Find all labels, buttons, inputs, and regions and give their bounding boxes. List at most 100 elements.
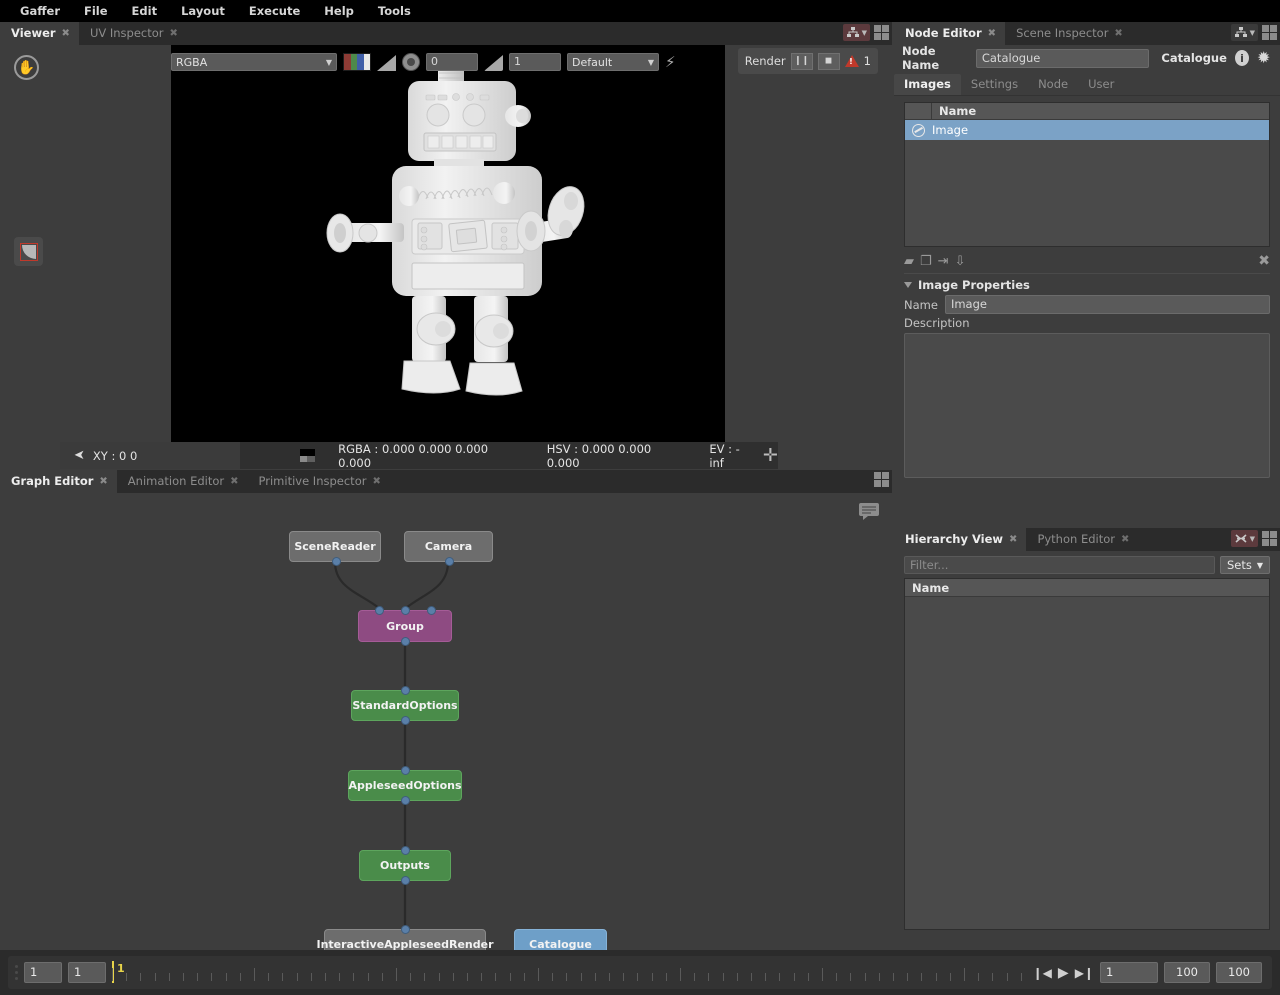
output-plug[interactable] [401, 796, 410, 805]
menu-item-gaffer[interactable]: Gaffer [8, 0, 72, 22]
clipping-warning-icon[interactable] [377, 54, 396, 71]
tab-images[interactable]: Images [894, 74, 961, 95]
timeline-ruler[interactable]: 1 [112, 956, 1033, 989]
output-plug[interactable] [401, 876, 410, 885]
node-scenereader[interactable]: SceneReader [289, 531, 381, 562]
close-icon[interactable]: ✖ [988, 29, 996, 39]
input-plug[interactable] [427, 606, 436, 615]
close-icon[interactable]: ✖ [230, 477, 238, 487]
image-description-input[interactable] [904, 333, 1270, 478]
warning-icon[interactable] [845, 55, 859, 67]
start-frame-input[interactable]: 1 [24, 962, 62, 983]
chevron-down-icon[interactable]: ▼ [862, 29, 867, 37]
tab-animation-editor[interactable]: Animation Editor ✖ [117, 470, 248, 493]
export-icon[interactable]: ⇥ [938, 254, 949, 269]
tab-user[interactable]: User [1078, 74, 1124, 95]
exposure-aperture-icon[interactable] [402, 53, 420, 71]
render-pause-button[interactable]: ❙❙ [791, 53, 813, 70]
input-plug[interactable] [401, 686, 410, 695]
extract-icon[interactable]: ⇩ [955, 254, 966, 269]
output-plug[interactable] [445, 557, 454, 566]
hierarchy-list[interactable]: Name [904, 578, 1270, 930]
close-icon[interactable]: ✖ [1114, 29, 1122, 39]
close-icon[interactable]: ✖ [1121, 535, 1129, 545]
node-pin-button[interactable]: ▼ [843, 24, 870, 41]
gamma-input[interactable]: 1 [509, 53, 561, 71]
live-update-icon[interactable]: ⚡ [665, 55, 676, 70]
folder-icon[interactable]: ▰ [904, 254, 914, 269]
close-icon[interactable]: ✖ [62, 29, 70, 39]
chevron-down-icon[interactable]: ▼ [1250, 535, 1255, 543]
input-plug[interactable] [401, 606, 410, 615]
image-properties-header[interactable]: Image Properties [894, 274, 1280, 294]
display-transform-dropdown[interactable]: Default ▼ [567, 53, 659, 71]
menu-item-file[interactable]: File [72, 0, 120, 22]
end-frame-input[interactable]: 1 [68, 962, 106, 983]
input-plug[interactable] [375, 606, 384, 615]
node-interactiveappleseedrender[interactable]: InteractiveAppleseedRender [324, 929, 486, 950]
sets-dropdown[interactable]: Sets ▼ [1220, 556, 1270, 574]
input-plug[interactable] [401, 925, 410, 934]
gear-icon[interactable]: ✹ [1257, 50, 1272, 67]
table-row[interactable]: Image [905, 120, 1269, 140]
add-readout-button[interactable]: ✛ [763, 447, 778, 465]
node-pin-button[interactable]: ▼ [1231, 24, 1258, 41]
pan-tool-icon[interactable]: ✋ [14, 55, 39, 80]
image-name-input[interactable]: Image [945, 295, 1270, 314]
menu-item-help[interactable]: Help [312, 0, 366, 22]
tab-scene-inspector[interactable]: Scene Inspector ✖ [1005, 22, 1132, 45]
menu-item-tools[interactable]: Tools [366, 0, 423, 22]
chevron-down-icon[interactable]: ▼ [1250, 29, 1255, 37]
delete-icon[interactable]: ✖ [1258, 253, 1270, 269]
layout-menu-button[interactable] [874, 25, 889, 40]
node-camera[interactable]: Camera [404, 531, 493, 562]
channel-select-dropdown[interactable]: RGBA ▼ [171, 53, 337, 71]
close-icon[interactable]: ✖ [170, 29, 178, 39]
tab-hierarchy-view[interactable]: Hierarchy View ✖ [894, 528, 1026, 551]
filter-input[interactable]: Filter... [904, 556, 1215, 574]
images-list[interactable]: Name Image [904, 102, 1270, 247]
current-frame-input[interactable]: 1 [1100, 962, 1158, 983]
close-icon[interactable]: ✖ [1009, 535, 1017, 545]
node-catalogue[interactable]: Catalogue [514, 929, 607, 950]
scene-pin-button[interactable]: ▼ [1231, 530, 1258, 547]
tab-graph-editor[interactable]: Graph Editor ✖ [0, 470, 117, 493]
tab-node[interactable]: Node [1028, 74, 1078, 95]
goto-end-icon[interactable]: ▶❙ [1075, 966, 1094, 980]
tab-settings[interactable]: Settings [961, 74, 1028, 95]
layout-menu-button[interactable] [874, 472, 889, 487]
menu-item-execute[interactable]: Execute [237, 0, 312, 22]
tab-node-editor[interactable]: Node Editor ✖ [894, 22, 1005, 45]
menu-item-layout[interactable]: Layout [169, 0, 237, 22]
graph-editor-canvas[interactable]: SceneReader Camera Group StandardOptions [0, 493, 892, 950]
close-icon[interactable]: ✖ [99, 477, 107, 487]
channel-swatch-icon[interactable] [343, 53, 371, 71]
tab-uv-inspector[interactable]: UV Inspector ✖ [79, 22, 187, 45]
layout-menu-button[interactable] [1262, 531, 1277, 546]
goto-start-icon[interactable]: ❙◀ [1033, 966, 1052, 980]
node-outputs[interactable]: Outputs [359, 850, 451, 881]
close-icon[interactable]: ✖ [372, 477, 380, 487]
node-standardoptions[interactable]: StandardOptions [351, 690, 459, 721]
crop-window-tool-button[interactable] [14, 237, 43, 266]
duplicate-icon[interactable]: ❐ [920, 254, 932, 269]
input-plug[interactable] [401, 766, 410, 775]
output-plug[interactable] [401, 716, 410, 725]
node-group[interactable]: Group [358, 610, 452, 642]
info-icon[interactable]: i [1235, 50, 1249, 66]
exposure-input[interactable]: 0 [426, 53, 478, 71]
render-stop-button[interactable]: ◼ [818, 53, 840, 70]
fps-input[interactable]: 100 [1164, 962, 1210, 983]
range-input[interactable]: 100 [1216, 962, 1262, 983]
input-plug[interactable] [401, 846, 410, 855]
layout-menu-button[interactable] [1262, 25, 1277, 40]
menu-item-edit[interactable]: Edit [120, 0, 170, 22]
tab-python-editor[interactable]: Python Editor ✖ [1026, 528, 1138, 551]
tab-viewer[interactable]: Viewer ✖ [0, 22, 79, 45]
gamma-icon[interactable] [484, 54, 503, 71]
node-appleseedoptions[interactable]: AppleseedOptions [348, 770, 462, 801]
output-plug[interactable] [401, 637, 410, 646]
output-plug[interactable] [332, 557, 341, 566]
tab-primitive-inspector[interactable]: Primitive Inspector ✖ [248, 470, 390, 493]
play-icon[interactable]: ▶ [1058, 965, 1069, 981]
